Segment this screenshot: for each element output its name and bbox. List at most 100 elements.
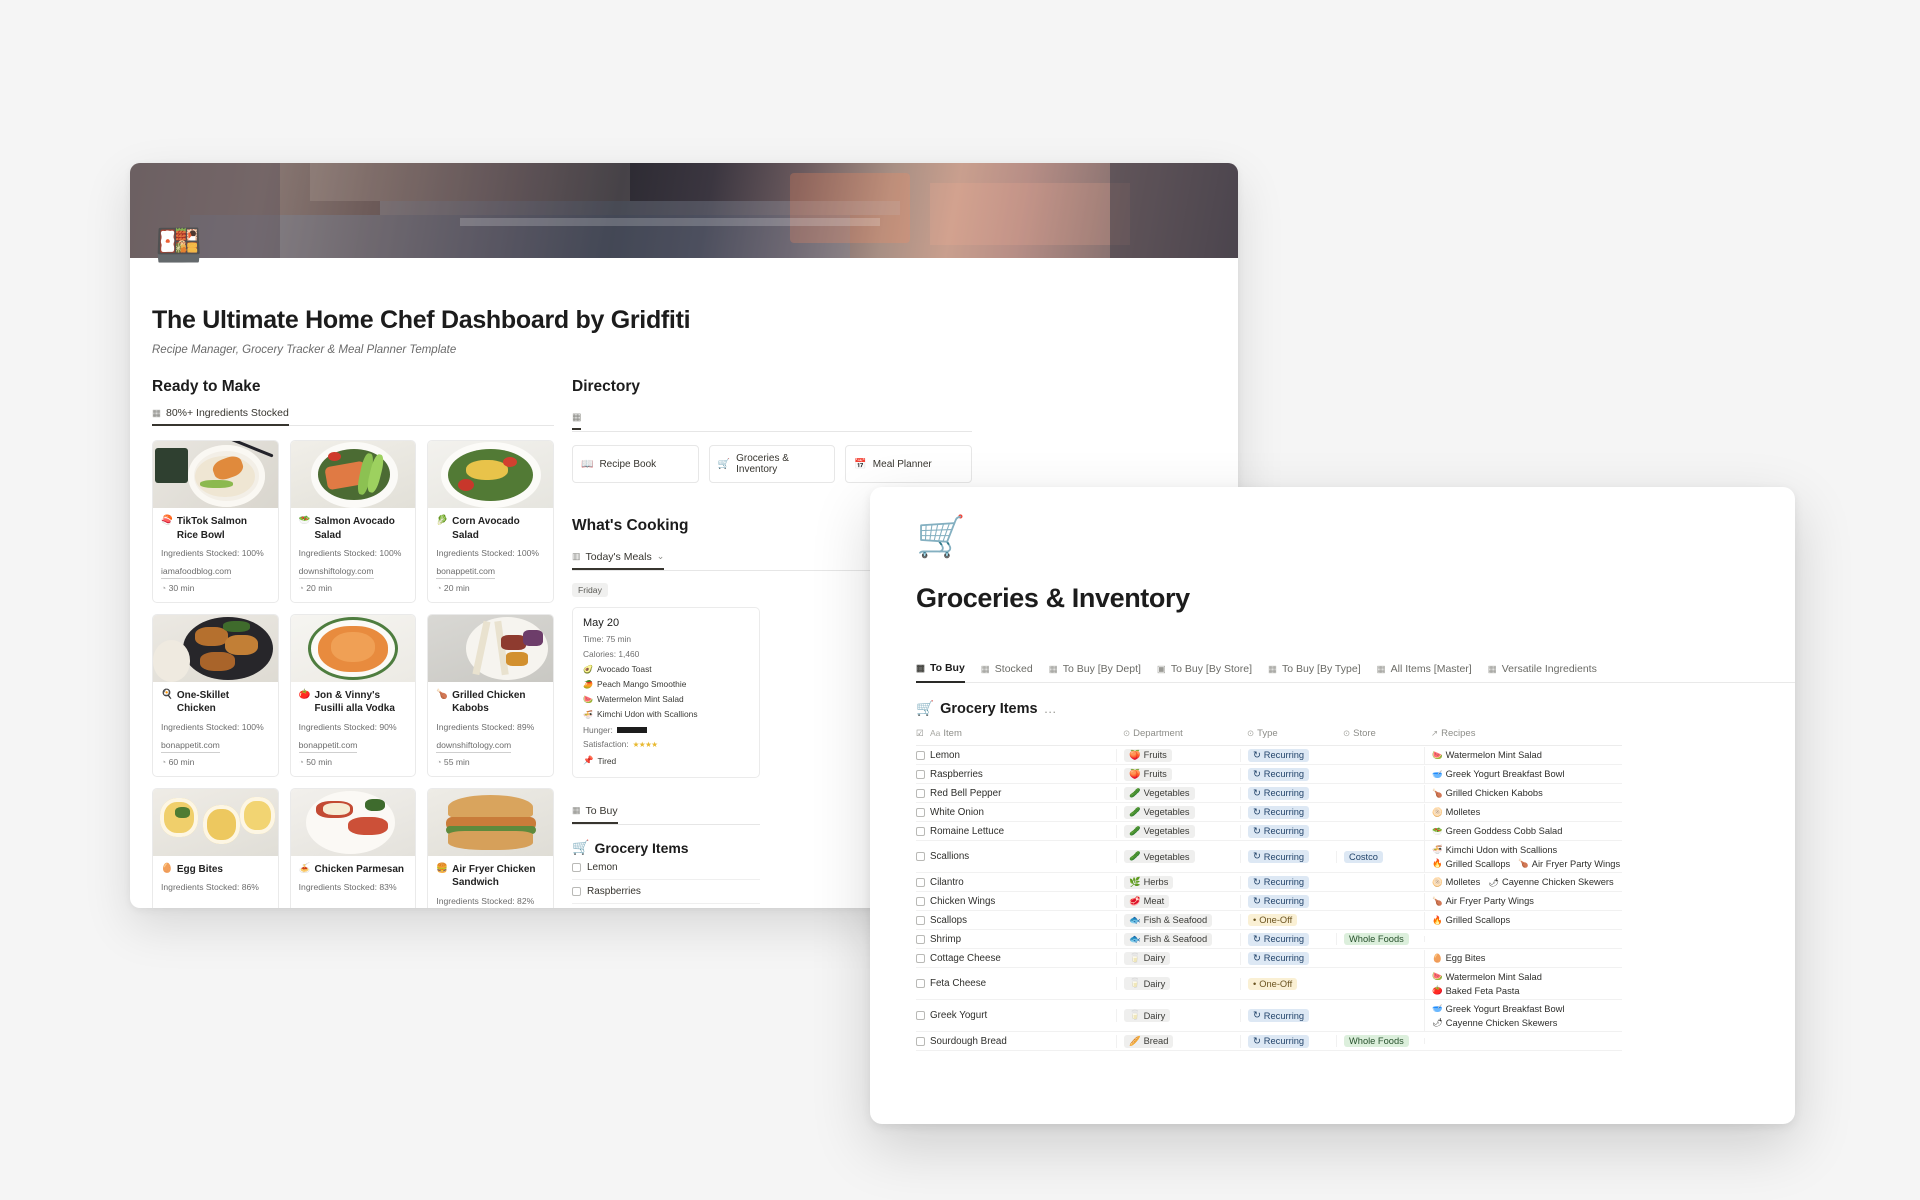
table-row[interactable]: Scallions 🥒 Vegetables ↻ Recurring Costco 🍜 Kim…: [916, 841, 1622, 873]
row-checkbox[interactable]: [916, 915, 925, 925]
cell-department[interactable]: 🥒 Vegetables: [1116, 805, 1240, 819]
cell-item[interactable]: White Onion: [930, 807, 1116, 818]
row-checkbox-cell[interactable]: [916, 915, 930, 925]
cell-type[interactable]: ↻ Recurring: [1240, 786, 1336, 800]
cell-item[interactable]: Greek Yogurt: [930, 1010, 1116, 1021]
view-tab-to-buy-by-type[interactable]: ▦ To Buy [By Type]: [1268, 663, 1361, 682]
directory-link-recipe-book[interactable]: 📖 Recipe Book: [572, 445, 699, 483]
recipe-source[interactable]: downshiftology.com: [436, 739, 545, 753]
cell-type[interactable]: ↻ Recurring: [1240, 1009, 1336, 1022]
cell-recipes[interactable]: 🫓 Molletes 🌶 Cayenne Chicken Skewers: [1424, 873, 1622, 891]
cell-recipes[interactable]: 🥣 Greek Yogurt Breakfast Bowl: [1424, 765, 1622, 783]
row-checkbox-cell[interactable]: [916, 934, 930, 944]
shopping-cart-icon[interactable]: 🛒: [916, 517, 1795, 557]
to-buy-list-item[interactable]: Lemon: [572, 856, 760, 880]
cell-item[interactable]: Chicken Wings: [930, 896, 1116, 907]
cell-item[interactable]: Romaine Lettuce: [930, 826, 1116, 837]
cell-item[interactable]: Scallops: [930, 915, 1116, 926]
column-header-department[interactable]: ⊙ Department: [1116, 728, 1240, 739]
cell-type[interactable]: ↻ Recurring: [1240, 894, 1336, 908]
cell-recipes[interactable]: 🍉 Watermelon Mint Salad 🍅 Baked Feta Pasta: [1424, 968, 1622, 999]
table-row[interactable]: Chicken Wings 🥩 Meat ↻ Recurring 🍗 Air Fryer P…: [916, 892, 1622, 911]
cell-type[interactable]: ↻ Recurring: [1240, 1034, 1336, 1048]
recipe-source[interactable]: bonappetit.com: [161, 739, 270, 753]
view-tab-all-items-master[interactable]: ▦ All Items [Master]: [1377, 663, 1472, 682]
recipe-chip[interactable]: 🔥 Grilled Scallops: [1432, 915, 1510, 926]
select-all-checkbox[interactable]: ☑: [916, 728, 930, 739]
column-header-recipes[interactable]: ↗ Recipes: [1424, 728, 1622, 739]
recipe-chip[interactable]: 🔥 Grilled Scallops: [1432, 858, 1510, 869]
column-header-store[interactable]: ⊙ Store: [1336, 728, 1424, 739]
directory-link-groceries-inventory[interactable]: 🛒 Groceries & Inventory: [708, 445, 836, 483]
table-row[interactable]: White Onion 🥒 Vegetables ↻ Recurring 🫓 Mollete…: [916, 803, 1622, 822]
row-checkbox[interactable]: [916, 807, 925, 817]
meal-item[interactable]: 🍜 Kimchi Udon with Scallions: [583, 709, 749, 719]
recipe-chip[interactable]: 🍉 Watermelon Mint Salad: [1432, 971, 1542, 982]
recipe-chip[interactable]: 🍗 Grilled Chicken Kabobs: [1432, 788, 1543, 799]
view-tab-to-buy-by-store[interactable]: ▣ To Buy [By Store]: [1157, 663, 1252, 682]
recipe-source[interactable]: iamafoodblog.com: [161, 565, 270, 579]
row-checkbox-cell[interactable]: [916, 788, 930, 798]
recipe-chip[interactable]: 🫓 Molletes: [1432, 807, 1480, 818]
table-row[interactable]: Lemon 🍑 Fruits ↻ Recurring 🍉 Watermelon Mint S…: [916, 746, 1622, 765]
row-checkbox[interactable]: [916, 769, 925, 779]
cell-department[interactable]: 🥛 Dairy: [1116, 1009, 1240, 1022]
recipe-chip[interactable]: 🥗 Green Goddess Cobb Salad: [1432, 826, 1562, 837]
row-checkbox[interactable]: [916, 1036, 925, 1046]
row-checkbox[interactable]: [916, 826, 925, 836]
row-checkbox-cell[interactable]: [916, 807, 930, 817]
meal-item[interactable]: 🍉 Watermelon Mint Salad: [583, 694, 749, 704]
cell-type[interactable]: ↻ Recurring: [1240, 850, 1336, 863]
table-row[interactable]: Cottage Cheese 🥛 Dairy ↻ Recurring 🥚 Egg Bites: [916, 949, 1622, 968]
recipe-chip[interactable]: 🍗 Air Fryer Party Wings: [1518, 858, 1620, 869]
recipe-chip[interactable]: 🌶 Cayenne Chicken Skewers: [1488, 877, 1613, 888]
item-checkbox[interactable]: [572, 863, 581, 872]
view-tab-versatile-ingredients[interactable]: ▦ Versatile Ingredients: [1488, 663, 1597, 682]
cell-department[interactable]: 🥛 Dairy: [1116, 951, 1240, 965]
cell-recipes[interactable]: 🍗 Grilled Chicken Kabobs: [1424, 784, 1622, 802]
cell-type[interactable]: ↻ Recurring: [1240, 805, 1336, 819]
cell-type[interactable]: ↻ Recurring: [1240, 767, 1336, 781]
cell-department[interactable]: 🥛 Dairy: [1116, 977, 1240, 990]
to-buy-list-item[interactable]: Raspberries: [572, 880, 760, 904]
view-tab-to-buy[interactable]: ▦ To Buy: [916, 662, 965, 683]
row-checkbox-cell[interactable]: [916, 896, 930, 906]
row-checkbox-cell[interactable]: [916, 979, 930, 988]
cell-item[interactable]: Scallions: [930, 851, 1116, 862]
recipe-card[interactable]: 🍅 Jon & Vinny's Fusilli alla Vodka Ingredi…: [289, 613, 417, 777]
cell-item[interactable]: Raspberries: [930, 769, 1116, 780]
cell-type[interactable]: ↻ Recurring: [1240, 951, 1336, 965]
cell-recipes[interactable]: 🍗 Air Fryer Party Wings: [1424, 892, 1622, 910]
table-menu-button[interactable]: …: [1044, 701, 1058, 716]
row-checkbox[interactable]: [916, 852, 925, 861]
recipe-chip[interactable]: 🥚 Egg Bites: [1432, 953, 1485, 964]
cell-store[interactable]: Whole Foods: [1336, 933, 1424, 945]
recipe-card[interactable]: 🥗 Salmon Avocado Salad Ingredients Stocked…: [289, 440, 417, 603]
table-row[interactable]: Feta Cheese 🥛 Dairy • One-Off 🍉 Watermelon Min…: [916, 968, 1622, 1000]
cell-type[interactable]: ↻ Recurring: [1240, 824, 1336, 838]
cell-recipes[interactable]: [1424, 936, 1622, 942]
recipe-chip[interactable]: 🥣 Greek Yogurt Breakfast Bowl: [1432, 1003, 1564, 1014]
cell-item[interactable]: Cottage Cheese: [930, 953, 1116, 964]
bento-box-icon[interactable]: 🍱: [155, 223, 202, 269]
row-checkbox[interactable]: [916, 750, 925, 760]
table-row[interactable]: Raspberries 🍑 Fruits ↻ Recurring 🥣 Greek Yogur…: [916, 765, 1622, 784]
cell-department[interactable]: 🥩 Meat: [1116, 894, 1240, 908]
view-tab-stocked[interactable]: ▦ Stocked: [981, 663, 1033, 682]
column-header-item[interactable]: Aa Item: [930, 728, 1116, 739]
recipe-chip[interactable]: 🫓 Molletes: [1432, 877, 1480, 888]
cell-type[interactable]: • One-Off: [1240, 977, 1336, 990]
cell-store[interactable]: Whole Foods: [1336, 1035, 1424, 1047]
row-checkbox-cell[interactable]: [916, 1011, 930, 1020]
tab-ingredients-stocked[interactable]: ▦ 80%+ Ingredients Stocked: [152, 407, 289, 426]
recipe-card[interactable]: 🍗 Grilled Chicken Kabobs Ingredients Stock…: [427, 613, 554, 777]
cell-store[interactable]: Costco: [1336, 850, 1424, 863]
cell-item[interactable]: Sourdough Bread: [930, 1036, 1116, 1047]
grid-view-icon[interactable]: ▦: [572, 412, 582, 430]
recipe-chip[interactable]: 🍗 Air Fryer Party Wings: [1432, 896, 1534, 907]
directory-link-meal-planner[interactable]: 📅 Meal Planner: [845, 445, 973, 483]
recipe-card[interactable]: 🥬 Corn Avocado Salad Ingredients Stocked: …: [427, 440, 554, 603]
row-checkbox-cell[interactable]: [916, 750, 930, 760]
row-checkbox[interactable]: [916, 877, 925, 887]
cell-department[interactable]: 🍑 Fruits: [1116, 767, 1240, 781]
